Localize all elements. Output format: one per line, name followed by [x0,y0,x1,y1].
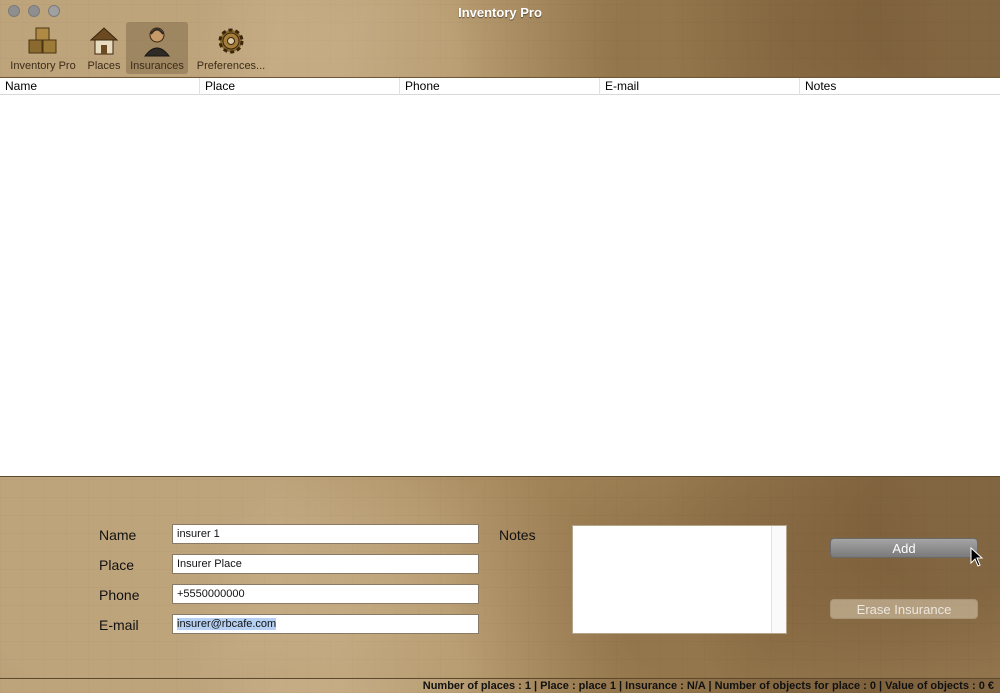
place-label: Place [99,557,135,573]
toolbar-label: Preferences... [196,60,266,72]
status-bar: Number of places : 1 | Place : place 1 |… [0,678,1000,693]
column-header-place[interactable]: Place [200,78,400,95]
toolbar-item-preferences[interactable]: Preferences... [192,22,270,74]
email-label: E-mail [99,617,139,633]
toolbar-item-inventory-pro[interactable]: Inventory Pro [6,22,80,74]
status-text: Number of places : 1 | Place : place 1 |… [422,680,994,692]
name-label: Name [99,527,137,543]
notes-scrollbar[interactable] [771,526,786,633]
phone-field[interactable]: +5550000000 [172,584,479,604]
toolbar-item-places[interactable]: Places [84,22,124,74]
table-header: Name Place Phone E-mail Notes [0,78,1000,95]
email-value-selected: insurer@rbcafe.com [177,618,277,630]
agent-icon [143,27,171,57]
column-header-phone[interactable]: Phone [400,78,600,95]
boxes-icon [28,27,57,54]
name-field[interactable]: insurer 1 [172,524,479,544]
column-header-name[interactable]: Name [0,78,200,95]
toolbar-label: Inventory Pro [10,60,76,72]
toolbar-label: Insurances [130,60,184,72]
window-title: Inventory Pro [458,5,542,20]
notes-label: Notes [499,527,536,543]
erase-insurance-button[interactable]: Erase Insurance [830,599,978,619]
email-field[interactable]: insurer@rbcafe.com [172,614,479,634]
phone-label: Phone [99,587,140,603]
toolbar-item-insurances[interactable]: Insurances [126,22,188,74]
house-icon [89,27,119,55]
notes-textarea[interactable] [572,525,787,634]
toolbar-label: Places [87,60,121,72]
toolbar: Inventory Pro Inventory Pro Places Insur… [0,0,1000,78]
gear-icon [218,28,244,54]
column-header-email[interactable]: E-mail [600,78,800,95]
column-header-notes[interactable]: Notes [800,78,1000,95]
mouse-cursor-icon [970,547,984,567]
place-field[interactable]: Insurer Place [172,554,479,574]
insurance-form: Name insurer 1 Place Insurer Place Phone… [0,476,1000,678]
add-button[interactable]: Add [830,538,978,558]
insurances-table[interactable] [0,95,1000,476]
